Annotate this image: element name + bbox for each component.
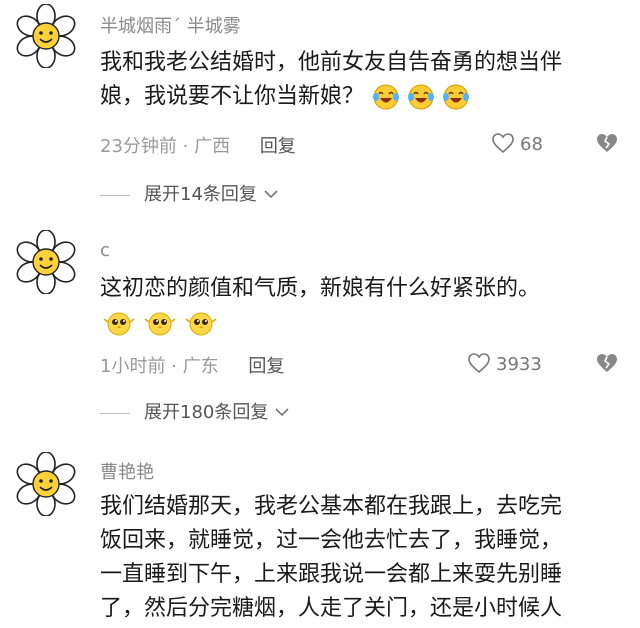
expand-replies-label: 展开180条回复	[144, 402, 269, 423]
comment-text-line: 了，然后分完糖烟，人走了关门，还是小时候人	[100, 596, 563, 621]
pleading-chick-emoji-icon	[185, 312, 217, 336]
comment-time-location: 1小时前 · 广东	[100, 356, 219, 377]
comment-username[interactable]: 半城烟雨ˊ 半城雾	[100, 12, 241, 38]
like-count: 68	[520, 134, 543, 155]
like-button[interactable]: 3933	[468, 352, 542, 375]
expand-replies-button[interactable]: 展开14条回复	[100, 180, 279, 206]
chevron-down-icon	[263, 190, 278, 198]
comment-text-line: 一直睡到下午，上来跟我说一会都上来耍先别睡	[100, 562, 563, 587]
reply-button[interactable]: 回复	[260, 136, 296, 157]
comment-text-line: 我们结婚那天，我老公基本都在我跟上，去吃完	[100, 494, 563, 519]
comment-time-location: 23分钟前 · 广西	[100, 136, 231, 157]
flower-smiley-icon[interactable]	[14, 230, 78, 294]
comment-text: 我和我老公结婚时，他前女友自告奋勇的想当伴 娘，我说要不让你当新娘？	[100, 46, 620, 114]
laughing-tears-emoji-icon	[408, 84, 435, 110]
heart-outline-icon	[492, 133, 514, 153]
comment-username[interactable]: c	[100, 240, 110, 261]
broken-heart-icon[interactable]	[596, 132, 618, 154]
heart-outline-icon	[468, 353, 490, 373]
laughing-tears-emoji-icon	[443, 84, 470, 110]
emoji-row	[100, 310, 218, 340]
comment-username[interactable]: 曹艳艳	[100, 458, 154, 484]
expand-replies-label: 展开14条回复	[144, 184, 257, 205]
comment-text-line-2: 娘，我说要不让你当新娘？	[100, 84, 365, 109]
comment-text-line: 我和我老公结婚时，他前女友自告奋勇的想当伴	[100, 50, 563, 75]
divider	[100, 412, 130, 414]
divider	[100, 194, 130, 196]
flower-smiley-icon[interactable]	[14, 4, 78, 68]
like-button[interactable]: 68	[492, 132, 543, 155]
comment-text-line: 饭回来，就睡觉，过一会他去忙去了，我睡觉，	[100, 528, 563, 553]
like-count: 3933	[496, 354, 542, 375]
reply-button[interactable]: 回复	[248, 356, 284, 377]
comment-text: 我们结婚那天，我老公基本都在我跟上，去吃完 饭回来，就睡觉，过一会他去忙去了，我…	[100, 490, 620, 626]
broken-heart-icon[interactable]	[596, 352, 618, 374]
flower-smiley-icon[interactable]	[14, 452, 78, 516]
laughing-tears-emoji-icon	[373, 84, 400, 110]
comment-meta: 1小时前 · 广东 回复	[100, 352, 284, 378]
pleading-chick-emoji-icon	[144, 312, 176, 336]
chevron-down-icon	[275, 408, 289, 416]
comment-text: 这初恋的颜值和气质，新娘有什么好紧张的。	[100, 276, 541, 301]
expand-replies-button[interactable]: 展开180条回复	[100, 398, 290, 424]
comment-text-line: 娘，我说要不让你当新娘？	[100, 80, 620, 114]
pleading-chick-emoji-icon	[103, 312, 135, 336]
comment-meta: 23分钟前 · 广西 回复	[100, 132, 296, 158]
